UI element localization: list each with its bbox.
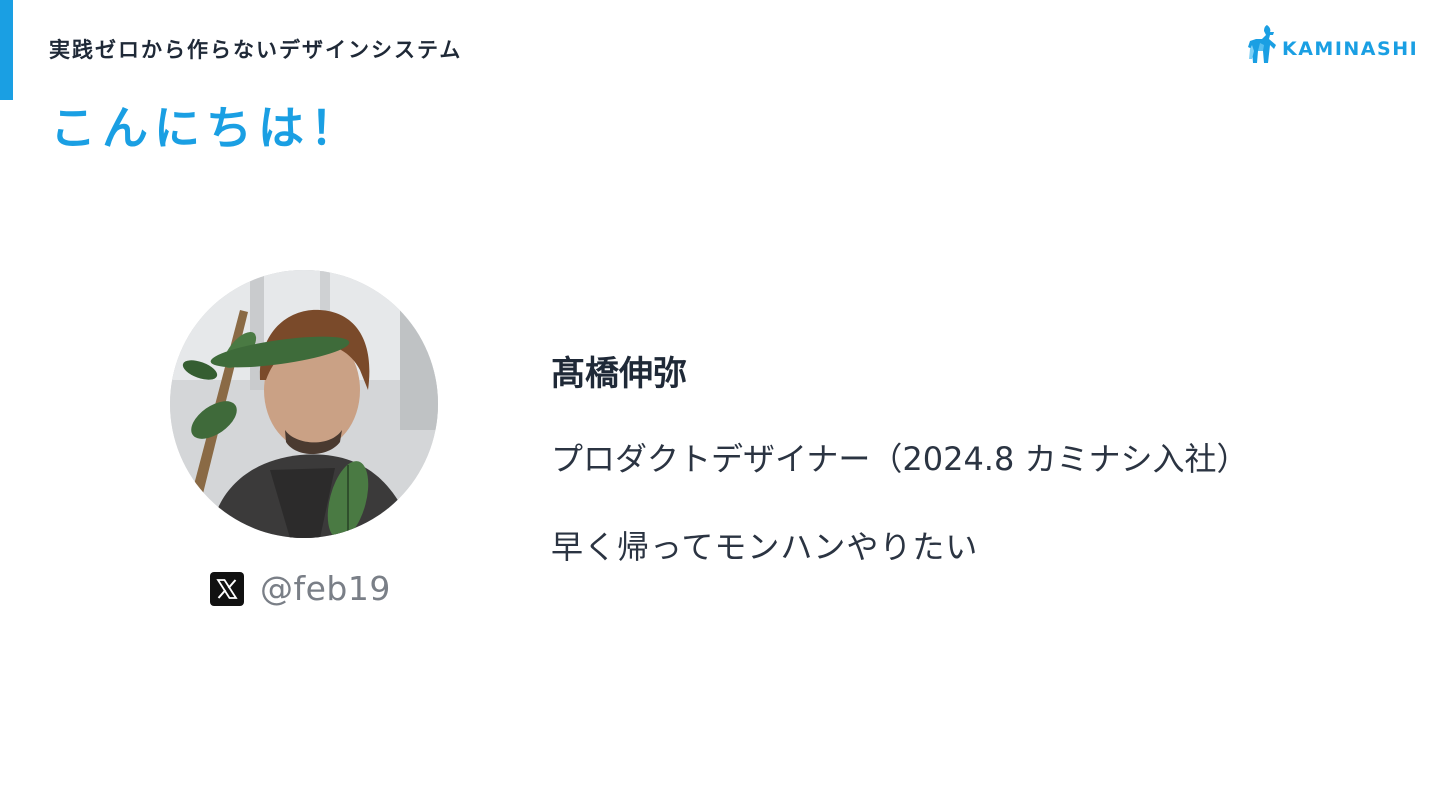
social-handle[interactable]: @feb19 [210, 569, 391, 608]
logo-wordmark: KAMINASHI [1282, 38, 1419, 60]
accent-bar [0, 0, 13, 100]
x-logo-icon [210, 571, 244, 606]
social-handle-text[interactable]: @feb19 [260, 569, 391, 608]
profile-photo [170, 270, 438, 538]
profile-name: 髙橋伸弥 [551, 354, 687, 394]
profile-motto: 早く帰ってモンハンやりたい [551, 528, 979, 566]
slide-heading: こんにちは！ [50, 101, 362, 155]
profile-role: プロダクトデザイナー（2024.8 カミナシ入社） [551, 440, 1249, 478]
company-logo: KAMINASHI [1246, 22, 1419, 66]
goat-logo-icon [1248, 25, 1276, 63]
deck-title: 実践ゼロから作らないデザインシステム [49, 38, 463, 62]
